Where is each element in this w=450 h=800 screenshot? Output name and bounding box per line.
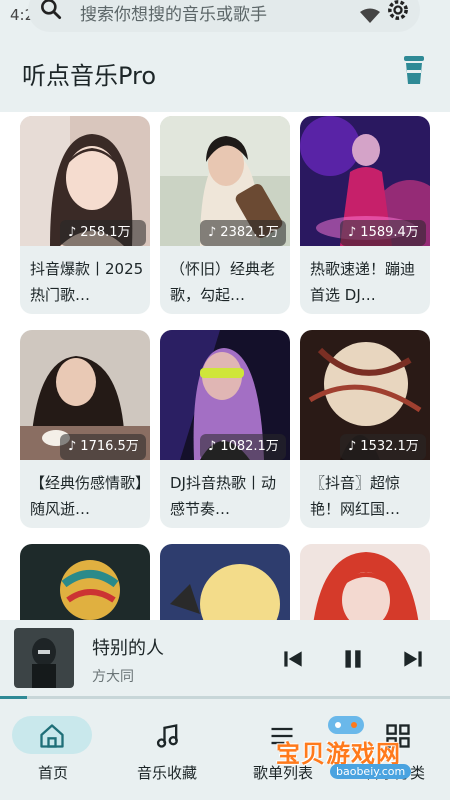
- play-count: 1082.1万: [220, 439, 279, 454]
- play-count-badge: ♪ 1589.4万: [340, 220, 426, 246]
- mini-player[interactable]: 特别的人 方大同: [0, 620, 450, 696]
- play-count-badge: ♪ 1716.5万: [60, 434, 146, 460]
- playback-progress-fill: [0, 696, 27, 699]
- playlist-cover-image: [160, 544, 290, 620]
- playlist-card[interactable]: ♪ 1532.1万 〖抖音〗超惊艳！网红国…: [300, 330, 430, 528]
- play-count-badge: ♪ 1532.1万: [340, 434, 426, 460]
- music-note-icon: ♪: [208, 439, 217, 454]
- play-count-badge: ♪ 258.1万: [60, 220, 146, 246]
- playlist-card[interactable]: [20, 544, 150, 620]
- music-note-icon: ♪: [68, 439, 77, 454]
- now-playing-artist: 方大同: [92, 669, 134, 685]
- playlist-card[interactable]: ♪ 2382.1万 （怀旧）经典老歌，勾起…: [160, 116, 290, 314]
- wifi-icon: [360, 8, 380, 23]
- watermark-logo: 宝贝游戏网 baobeiy.com: [270, 712, 430, 792]
- nav-item-home[interactable]: 首页: [0, 712, 110, 792]
- app-title: 听点音乐Pro: [22, 62, 157, 90]
- playlist-card[interactable]: ♪ 1589.4万 热歌速递！蹦迪首选 DJ…: [300, 116, 430, 314]
- play-count: 1716.5万: [80, 439, 139, 454]
- nav-item-favorites[interactable]: 音乐收藏: [112, 712, 222, 792]
- play-count-badge: ♪ 2382.1万: [200, 220, 286, 246]
- previous-track-icon[interactable]: [280, 646, 306, 672]
- coffee-cup-icon[interactable]: [402, 54, 426, 86]
- play-count-badge: ♪ 1082.1万: [200, 434, 286, 460]
- search-input[interactable]: 搜索你想搜的音乐或歌手: [80, 0, 267, 25]
- music-note-icon: [156, 724, 178, 748]
- playlist-title: （怀旧）经典老歌，勾起…: [170, 260, 276, 304]
- playback-progress[interactable]: [0, 696, 450, 699]
- music-note-icon: ♪: [68, 225, 77, 240]
- playlist-title: 〖抖音〗超惊艳！网红国…: [310, 474, 401, 518]
- playlist-title: 热歌速递！蹦迪首选 DJ…: [310, 260, 416, 304]
- playlist-cover-image: [20, 544, 150, 620]
- play-count: 258.1万: [80, 225, 131, 240]
- search-icon[interactable]: [38, 0, 64, 22]
- nav-label: 音乐收藏: [136, 764, 197, 782]
- playlist-card[interactable]: [160, 544, 290, 620]
- play-count: 1589.4万: [360, 225, 419, 240]
- home-icon: [40, 724, 64, 748]
- now-playing-title: 特别的人: [92, 638, 164, 659]
- playlist-title: 【经典伤感情歌】随风逝…: [30, 474, 143, 518]
- watermark-url: baobeiy.com: [330, 764, 412, 779]
- nav-label: 首页: [37, 764, 68, 782]
- music-note-icon: ♪: [348, 439, 357, 454]
- pause-icon[interactable]: [340, 646, 366, 672]
- playlist-cover-image: [300, 544, 430, 620]
- settings-gear-icon[interactable]: [384, 0, 412, 24]
- next-track-icon[interactable]: [400, 646, 426, 672]
- music-note-icon: ♪: [348, 225, 357, 240]
- gamepad-icon: [328, 716, 364, 734]
- playlist-title: 抖音爆款丨2025热门歌…: [30, 260, 144, 304]
- app-header: 听点音乐Pro: [0, 40, 450, 104]
- playlist-card[interactable]: ♪ 258.1万 抖音爆款丨2025热门歌…: [20, 116, 150, 314]
- playlist-grid: ♪ 258.1万 抖音爆款丨2025热门歌… ♪ 2382.1万 （怀旧）经典老歌，…: [0, 112, 450, 620]
- playlist-card[interactable]: ♪ 1082.1万 DJ抖音热歌丨动感节奏…: [160, 330, 290, 528]
- playlist-title: DJ抖音热歌丨动感节奏…: [170, 474, 276, 518]
- now-playing-cover: [14, 628, 74, 688]
- playlist-card[interactable]: [300, 544, 430, 620]
- play-count: 1532.1万: [360, 439, 419, 454]
- music-note-icon: ♪: [208, 225, 217, 240]
- play-count: 2382.1万: [220, 225, 279, 240]
- playlist-card[interactable]: ♪ 1716.5万 【经典伤感情歌】随风逝…: [20, 330, 150, 528]
